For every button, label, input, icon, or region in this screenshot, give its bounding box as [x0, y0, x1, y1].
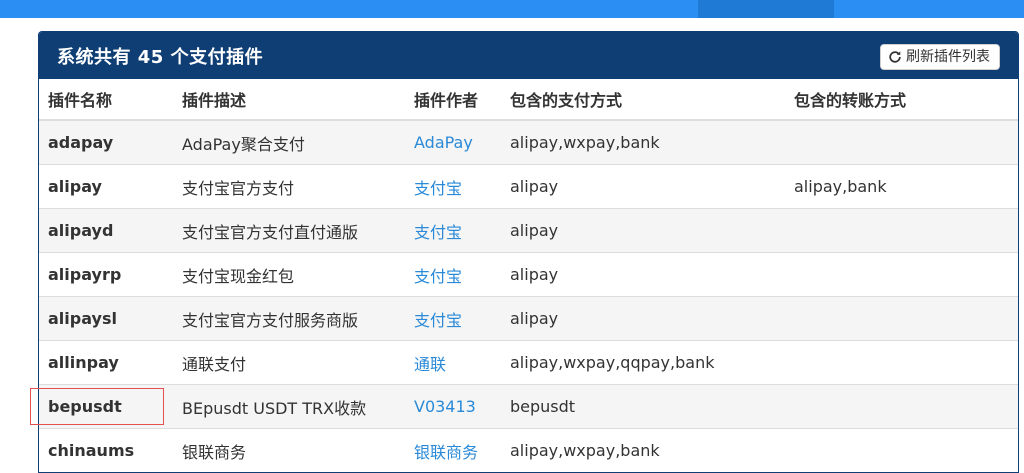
plugin-transfer-methods — [785, 252, 1018, 297]
plugin-pay-methods: alipay — [501, 164, 785, 209]
table-row: alipayd 支付宝官方支付直付通版 支付宝 alipay — [39, 208, 1018, 253]
plugin-description: 通联支付 — [173, 340, 405, 385]
plugin-transfer-methods — [785, 340, 1018, 385]
refresh-icon — [888, 50, 902, 64]
top-nav-bar — [0, 0, 1024, 18]
plugin-pay-methods: alipay — [501, 208, 785, 253]
plugin-description: 支付宝官方支付直付通版 — [173, 208, 405, 253]
plugin-transfer-methods — [785, 296, 1018, 341]
plugin-author-link[interactable]: AdaPay — [405, 119, 501, 165]
top-nav-active-tab[interactable] — [698, 0, 834, 18]
plugin-description: BEpusdt USDT TRX收款 — [173, 384, 405, 429]
plugin-pay-methods: alipay — [501, 252, 785, 297]
plugin-pay-methods: bepusdt — [501, 384, 785, 429]
plugin-table: 插件名称 插件描述 插件作者 包含的支付方式 包含的转账方式 adapay Ad… — [39, 79, 1018, 472]
plugin-name: adapay — [39, 119, 173, 165]
plugin-name: alipaysl — [39, 296, 173, 341]
plugin-pay-methods: alipay — [501, 296, 785, 341]
column-header-name: 插件名称 — [39, 79, 173, 121]
table-row: allinpay 通联支付 通联 alipay,wxpay,qqpay,bank — [39, 340, 1018, 385]
plugin-author-link[interactable]: 通联 — [405, 340, 501, 385]
refresh-plugin-list-button[interactable]: 刷新插件列表 — [880, 44, 1000, 70]
column-header-transfer-methods: 包含的转账方式 — [785, 79, 1018, 121]
column-header-pay-methods: 包含的支付方式 — [501, 79, 785, 121]
plugin-name: alipayrp — [39, 252, 173, 297]
plugin-pay-methods: alipay,wxpay,qqpay,bank — [501, 340, 785, 385]
plugin-description: 支付宝现金红包 — [173, 252, 405, 297]
plugin-transfer-methods — [785, 384, 1018, 429]
refresh-button-label: 刷新插件列表 — [906, 49, 990, 65]
table-row: alipayrp 支付宝现金红包 支付宝 alipay — [39, 252, 1018, 297]
plugin-author-link[interactable]: 银联商务 — [405, 428, 501, 472]
column-header-author: 插件作者 — [405, 79, 501, 121]
column-header-description: 插件描述 — [173, 79, 405, 121]
table-header-row: 插件名称 插件描述 插件作者 包含的支付方式 包含的转账方式 — [39, 79, 1018, 121]
table-row: adapay AdaPay聚合支付 AdaPay alipay,wxpay,ba… — [39, 119, 1018, 165]
plugin-name: alipayd — [39, 208, 173, 253]
table-row: chinaums 银联商务 银联商务 alipay,wxpay,bank — [39, 428, 1018, 472]
table-row: bepusdt BEpusdt USDT TRX收款 V03413 bepusd… — [39, 384, 1018, 429]
plugin-panel: 系统共有 45 个支付插件 刷新插件列表 插件名称 插件描述 插件作者 包含的支… — [38, 31, 1019, 473]
plugin-author-link[interactable]: V03413 — [405, 384, 501, 429]
plugin-name: alipay — [39, 164, 173, 209]
plugin-transfer-methods — [785, 428, 1018, 472]
plugin-author-link[interactable]: 支付宝 — [405, 252, 501, 297]
plugin-author-link[interactable]: 支付宝 — [405, 296, 501, 341]
plugin-name: allinpay — [39, 340, 173, 385]
table-row: alipay 支付宝官方支付 支付宝 alipay alipay,bank — [39, 164, 1018, 209]
plugin-description: 银联商务 — [173, 428, 405, 472]
plugin-description: 支付宝官方支付服务商版 — [173, 296, 405, 341]
plugin-name: bepusdt — [39, 384, 173, 429]
plugin-name: chinaums — [39, 428, 173, 472]
plugin-transfer-methods — [785, 208, 1018, 253]
table-row: alipaysl 支付宝官方支付服务商版 支付宝 alipay — [39, 296, 1018, 341]
panel-title: 系统共有 45 个支付插件 — [57, 47, 264, 68]
plugin-author-link[interactable]: 支付宝 — [405, 208, 501, 253]
panel-header: 系统共有 45 个支付插件 刷新插件列表 — [39, 32, 1018, 79]
plugin-pay-methods: alipay,wxpay,bank — [501, 428, 785, 472]
plugin-transfer-methods — [785, 119, 1018, 165]
plugin-transfer-methods: alipay,bank — [785, 164, 1018, 209]
plugin-description: 支付宝官方支付 — [173, 164, 405, 209]
plugin-pay-methods: alipay,wxpay,bank — [501, 119, 785, 165]
plugin-description: AdaPay聚合支付 — [173, 119, 405, 165]
plugin-author-link[interactable]: 支付宝 — [405, 164, 501, 209]
